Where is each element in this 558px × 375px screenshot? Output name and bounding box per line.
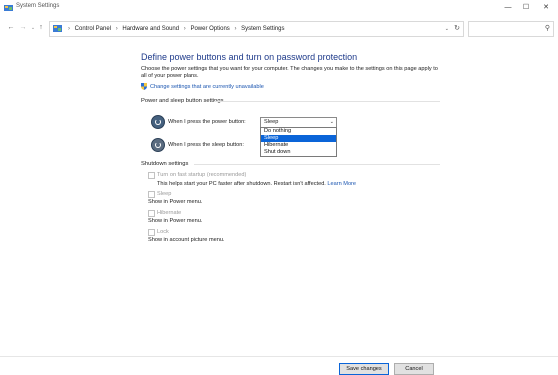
breadcrumb-hardware-and-sound[interactable]: Hardware and Sound <box>122 26 179 32</box>
minimize-button[interactable]: — <box>500 1 516 14</box>
power-button-select-value: Sleep <box>264 119 279 125</box>
refresh-icon[interactable]: ↻ <box>454 23 460 35</box>
close-button[interactable]: ✕ <box>538 1 554 14</box>
fast-startup-desc-text: This helps start your PC faster after sh… <box>157 181 326 187</box>
breadcrumb-power-options[interactable]: Power Options <box>190 26 229 32</box>
power-button-icon <box>151 115 165 129</box>
fast-startup-checkbox[interactable] <box>148 172 155 179</box>
footer-divider <box>0 356 558 357</box>
hibernate-option-label: Hibernate <box>157 210 182 216</box>
intro-text: Choose the power settings that you want … <box>141 66 438 79</box>
control-panel-icon <box>4 5 13 11</box>
title-bar: System Settings — ☐ ✕ <box>0 0 558 16</box>
change-settings-link[interactable]: Change settings that are currently unava… <box>141 83 264 90</box>
breadcrumb-separator: › <box>234 26 237 32</box>
hibernate-option-desc: Show in Power menu. <box>148 218 203 224</box>
shield-icon <box>141 83 147 90</box>
address-bar-row: ← → ⌄ ↑ › Control Panel › Hardware and S… <box>0 18 558 38</box>
sleep-button-label: When I press the sleep button: <box>168 142 244 148</box>
sleep-checkbox[interactable] <box>148 191 155 198</box>
chevron-down-icon: ⌄ <box>329 119 334 125</box>
dropdown-option-shut-down[interactable]: Shut down <box>261 149 336 156</box>
shutdown-heading: Shutdown settings <box>141 161 189 167</box>
sleep-option-label: Sleep <box>157 191 172 197</box>
cancel-button[interactable]: Cancel <box>394 363 434 375</box>
breadcrumb-separator: › <box>183 26 186 32</box>
control-panel-icon <box>53 25 62 32</box>
lock-checkbox[interactable] <box>148 229 155 236</box>
power-button-dropdown: Do nothing Sleep Hibernate Shut down <box>260 127 337 157</box>
breadcrumb-control-panel[interactable]: Control Panel <box>75 26 111 32</box>
window-title: System Settings <box>16 3 60 9</box>
dropdown-option-hibernate[interactable]: Hibernate <box>261 142 336 149</box>
address-box[interactable]: › Control Panel › Hardware and Sound › P… <box>49 21 464 37</box>
forward-arrow-icon[interactable]: → <box>18 22 28 34</box>
fast-startup-label: Turn on fast startup (recommended) <box>157 172 247 178</box>
back-arrow-icon[interactable]: ← <box>6 22 16 34</box>
hibernate-checkbox[interactable] <box>148 210 155 217</box>
save-changes-button[interactable]: Save changes <box>339 363 389 375</box>
sleep-button-icon <box>151 138 165 152</box>
power-sleep-heading: Power and sleep button settings <box>141 98 224 104</box>
maximize-button[interactable]: ☐ <box>518 1 534 14</box>
breadcrumb-separator: › <box>68 26 70 32</box>
learn-more-link[interactable]: Learn More <box>327 181 356 187</box>
divider <box>214 101 440 102</box>
search-icon: ⚲ <box>544 25 550 32</box>
page-title: Define power buttons and turn on passwor… <box>141 52 358 62</box>
search-input[interactable]: ⚲ <box>468 21 554 37</box>
fast-startup-desc: This helps start your PC faster after sh… <box>157 181 356 187</box>
lock-option-desc: Show in account picture menu. <box>148 237 225 243</box>
dropdown-option-do-nothing[interactable]: Do nothing <box>261 128 336 135</box>
power-button-label: When I press the power button: <box>168 119 246 125</box>
breadcrumb-separator: › <box>115 26 118 32</box>
address-dropdown-icon[interactable]: ⌄ <box>445 23 449 35</box>
divider <box>194 164 440 165</box>
up-arrow-icon[interactable]: ↑ <box>36 22 46 34</box>
lock-option-label: Lock <box>157 229 169 235</box>
sleep-option-desc: Show in Power menu. <box>148 199 203 205</box>
change-settings-link-text[interactable]: Change settings that are currently unava… <box>150 84 264 90</box>
breadcrumb: › Control Panel › Hardware and Sound › P… <box>65 24 285 34</box>
breadcrumb-system-settings[interactable]: System Settings <box>241 26 284 32</box>
dropdown-option-sleep[interactable]: Sleep <box>261 135 336 142</box>
